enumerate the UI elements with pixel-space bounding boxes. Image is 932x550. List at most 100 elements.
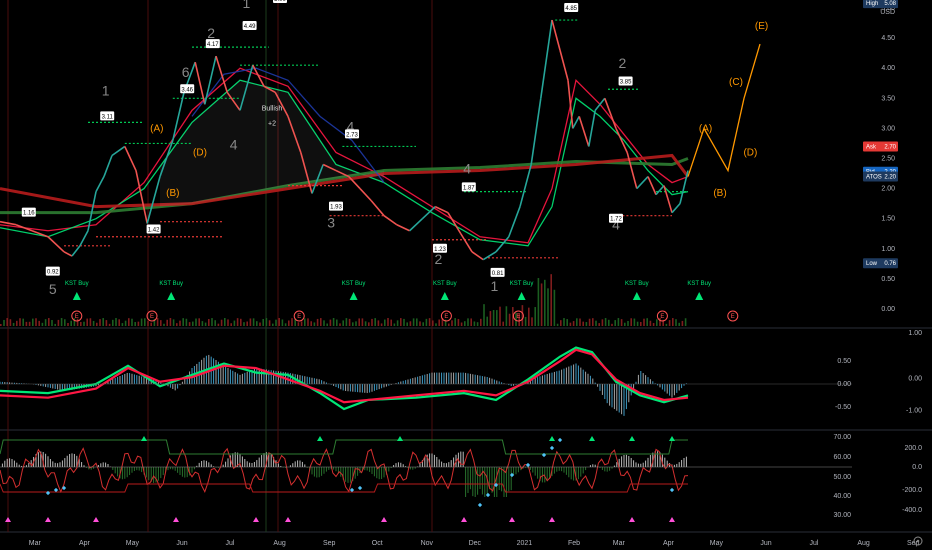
volume-bar — [89, 318, 92, 326]
volume-bar — [412, 318, 415, 326]
volume-bar — [496, 310, 498, 326]
volume-bar — [348, 318, 351, 326]
svg-text:Low: Low — [866, 261, 878, 267]
volume-bar — [355, 321, 357, 326]
volume-bar — [172, 319, 175, 326]
svg-text:KST Buy: KST Buy — [159, 281, 183, 287]
date-label: Aug — [857, 540, 870, 547]
volume-bar — [537, 278, 540, 326]
svg-text:1.93: 1.93 — [330, 205, 342, 211]
volume-bar — [224, 318, 226, 326]
wave-label: 4 — [463, 161, 471, 177]
date-label: Aug — [273, 540, 286, 547]
volume-bar — [57, 319, 60, 326]
volume-bar — [396, 320, 399, 326]
volume-bar — [374, 318, 376, 326]
volume-bar — [166, 319, 168, 326]
svg-text:E: E — [660, 314, 664, 320]
date-label: Apr — [663, 540, 675, 547]
volume-bar — [137, 321, 140, 326]
volume-bar — [3, 319, 5, 326]
osc1-right-tick: -1.00 — [906, 407, 922, 414]
volume-bar — [195, 318, 197, 326]
volume-bar — [124, 320, 127, 326]
volume-bar — [387, 318, 389, 326]
volume-bar — [70, 320, 72, 326]
volume-bar — [371, 318, 373, 326]
volume-bar — [160, 320, 162, 326]
wave-label: (A) — [699, 123, 712, 134]
volume-bar — [144, 318, 146, 326]
volume-bar — [323, 320, 325, 326]
svg-text:E: E — [297, 314, 301, 320]
volume-bar — [80, 321, 82, 326]
volume-bar — [313, 322, 316, 326]
date-label: Jun — [760, 540, 771, 547]
volume-bar — [489, 311, 492, 326]
volume-bar — [448, 323, 450, 326]
osc2-right-tick: 0.0 — [912, 464, 922, 471]
svg-text:2.20: 2.20 — [884, 175, 896, 181]
volume-bar — [140, 318, 143, 326]
volume-bar — [643, 318, 645, 326]
volume-bar — [380, 323, 383, 326]
price-tick: 0.00 — [881, 306, 895, 313]
wave-label: 1 — [102, 82, 110, 98]
osc2-right-tick: -200.0 — [902, 487, 922, 494]
osc1-left-tick: 0.50 — [837, 358, 851, 365]
volume-bar — [230, 323, 232, 326]
osc1-right-tick: 1.00 — [908, 330, 922, 337]
volume-bar — [358, 318, 360, 326]
volume-bar — [368, 322, 370, 326]
osc2-left-tick: 50.00 — [833, 474, 851, 481]
wave-label: 4 — [230, 136, 238, 152]
volume-bar — [588, 318, 591, 326]
volume-bar — [681, 320, 684, 326]
volume-bar — [214, 320, 216, 326]
volume-bar — [483, 304, 485, 326]
volume-bar — [524, 316, 527, 326]
volume-bar — [480, 318, 482, 326]
volume-bar — [464, 321, 466, 326]
volume-bar — [291, 318, 293, 326]
swing-badge: 3.85 — [618, 76, 633, 86]
volume-bar — [67, 322, 69, 326]
volume-bar — [12, 322, 15, 326]
volume-bar — [672, 318, 674, 326]
volume-bar — [668, 320, 671, 326]
volume-bar — [486, 316, 488, 326]
volume-bar — [345, 318, 348, 326]
wave-label: (B) — [166, 188, 179, 199]
volume-bar — [99, 319, 101, 326]
volume-bar — [105, 320, 108, 326]
volume-bar — [60, 318, 63, 326]
volume-bar — [390, 319, 392, 326]
price-tag-ask: Ask 2.70 — [863, 141, 898, 152]
volume-bar — [467, 318, 469, 326]
date-label: Oct — [372, 540, 383, 547]
volume-bar — [649, 320, 652, 326]
currency-label: USD — [880, 9, 895, 16]
volume-bar — [553, 289, 556, 326]
volume-bar — [556, 323, 559, 326]
volume-bar — [307, 318, 309, 326]
svg-text:5.08: 5.08 — [884, 1, 896, 7]
volume-bar — [265, 318, 268, 326]
svg-text:ATOS: ATOS — [866, 175, 882, 181]
wave-label: (D) — [743, 147, 757, 158]
volume-bar — [16, 320, 18, 326]
volume-bar — [192, 321, 194, 326]
volume-bar — [118, 319, 120, 326]
svg-text:E: E — [150, 314, 154, 320]
date-label: Jun — [176, 540, 187, 547]
volume-bar — [41, 322, 44, 326]
volume-bar — [377, 320, 380, 326]
swing-badge: 5.00 — [273, 0, 287, 3]
date-label: Jul — [226, 540, 235, 547]
volume-bar — [630, 318, 632, 326]
wave-label: 1 — [491, 278, 499, 294]
svg-text:0.92: 0.92 — [47, 270, 59, 276]
swing-badge: 1.93 — [329, 201, 343, 211]
volume-bar — [204, 322, 207, 326]
volume-bar — [675, 319, 677, 326]
